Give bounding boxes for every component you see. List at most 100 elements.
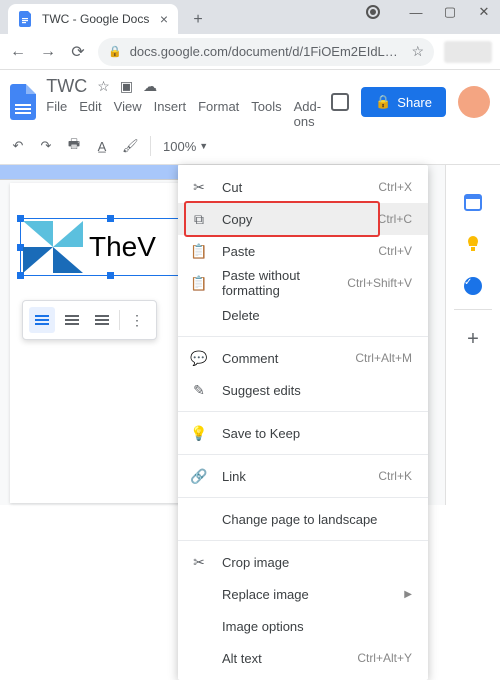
ruler-selection (0, 165, 178, 180)
side-panel: ✓ + (445, 165, 500, 505)
copy-icon: ⧉ (190, 211, 208, 228)
paste-icon: 📋 (190, 243, 208, 260)
browser-titlebar: TWC - Google Docs × + — ▢ ✕ (0, 0, 500, 34)
suggest-icon: ✎ (190, 382, 208, 399)
submenu-arrow-icon: ▶ (404, 589, 412, 600)
context-menu-separator (178, 497, 428, 498)
share-lock-icon: 🔒 (375, 94, 391, 110)
context-item-shortcut: Ctrl+K (378, 469, 412, 483)
address-bar: ← → ⟳ 🔒 docs.google.com/document/d/1FiOE… (0, 34, 500, 70)
menu-insert[interactable]: Insert (154, 99, 187, 129)
context-item-label: Copy (222, 212, 364, 227)
resize-handle[interactable] (17, 272, 24, 279)
account-icon[interactable] (366, 5, 380, 19)
embedded-logo-image (23, 221, 83, 273)
document-canvas: TheV ⋮ ✂CutCtrl+X ⧉ Copy Ctrl+C 📋 Paste Ctrl+V… (0, 165, 500, 505)
context-menu-save-to-keep[interactable]: 💡 Save to Keep (178, 417, 428, 449)
context-item-label: Paste without formatting (222, 268, 333, 298)
context-item-label: Replace image (222, 587, 390, 602)
context-menu-separator (178, 540, 428, 541)
context-item-shortcut: Ctrl+C (378, 212, 412, 226)
context-menu-alt-text[interactable]: Alt textCtrl+Alt+Y (178, 642, 428, 674)
context-item-label: Link (222, 469, 364, 484)
selected-image-object[interactable]: TheV (20, 218, 200, 276)
wrap-break-button[interactable] (89, 307, 115, 333)
context-menu-separator (178, 336, 428, 337)
context-item-label: Crop image (222, 555, 412, 570)
menu-file[interactable]: File (46, 99, 67, 129)
context-item-label: Save to Keep (222, 426, 412, 441)
share-button[interactable]: 🔒 Share (361, 87, 446, 117)
maximize-button[interactable]: ▢ (440, 4, 460, 20)
spellcheck-button[interactable]: A̲ (94, 139, 110, 154)
url-field[interactable]: 🔒 docs.google.com/document/d/1FiOEm2EIdL… (98, 38, 434, 66)
redo-button[interactable]: ↷ (38, 138, 54, 154)
resize-handle[interactable] (107, 215, 114, 222)
image-float-toolbar: ⋮ (22, 300, 157, 340)
context-item-shortcut: Ctrl+Alt+Y (357, 651, 412, 665)
context-menu-separator (178, 454, 428, 455)
menu-format[interactable]: Format (198, 99, 239, 129)
comment-icon: 💬 (190, 350, 208, 367)
docs-logo-icon[interactable] (10, 84, 36, 120)
context-menu-delete[interactable]: Delete (178, 299, 428, 331)
context-item-label: Comment (222, 351, 341, 366)
context-item-label: Paste (222, 244, 364, 259)
menu-addons[interactable]: Add-ons (294, 99, 321, 129)
menu-edit[interactable]: Edit (79, 99, 101, 129)
context-menu-link[interactable]: 🔗LinkCtrl+K (178, 460, 428, 492)
context-menu: ✂CutCtrl+X ⧉ Copy Ctrl+C 📋 Paste Ctrl+V 📋Paste … (178, 165, 428, 680)
menu-view[interactable]: View (114, 99, 142, 129)
context-menu-paste[interactable]: 📋 Paste Ctrl+V (178, 235, 428, 267)
context-menu-cut[interactable]: ✂CutCtrl+X (178, 171, 428, 203)
context-item-label: Image options (222, 619, 412, 634)
resize-handle[interactable] (107, 272, 114, 279)
tab-close-icon[interactable]: × (160, 11, 168, 27)
more-options-button[interactable]: ⋮ (124, 307, 150, 333)
bookmark-icon[interactable]: ☆ (411, 43, 424, 60)
share-label: Share (397, 95, 432, 110)
forward-button[interactable]: → (38, 43, 58, 61)
wrap-inline-button[interactable] (29, 307, 55, 333)
crop-icon: ✂ (190, 554, 208, 571)
paint-format-button[interactable]: 🖌 (122, 138, 138, 154)
window-controls: — ▢ ✕ (366, 4, 494, 20)
toolbar-wrap: ↶ ↷ 🖶 A̲ 🖌 100%▼ (0, 128, 500, 165)
context-menu-image-options[interactable]: Image options (178, 610, 428, 642)
side-panel-separator (454, 309, 492, 310)
close-button[interactable]: ✕ (474, 4, 494, 20)
zoom-select[interactable]: 100%▼ (163, 139, 208, 154)
comments-icon[interactable] (331, 93, 349, 111)
undo-button[interactable]: ↶ (10, 138, 26, 154)
context-menu-paste-without-formatting[interactable]: 📋Paste without formattingCtrl+Shift+V (178, 267, 428, 299)
context-menu-crop-image[interactable]: ✂ Crop image (178, 546, 428, 578)
reload-button[interactable]: ⟳ (68, 42, 88, 62)
cloud-status-icon: ☁ (143, 78, 157, 95)
docs-favicon (18, 11, 34, 27)
tasks-addon-icon[interactable]: ✓ (464, 277, 482, 295)
browser-tab[interactable]: TWC - Google Docs × (8, 4, 178, 34)
keep-icon: 💡 (190, 425, 208, 442)
new-tab-button[interactable]: + (184, 6, 212, 34)
context-menu-replace-image[interactable]: Replace image ▶ (178, 578, 428, 610)
context-menu-copy[interactable]: ⧉ Copy Ctrl+C (178, 203, 428, 235)
user-avatar[interactable] (458, 86, 490, 118)
context-menu-change-page-to-landscape[interactable]: Change page to landscape (178, 503, 428, 535)
minimize-button[interactable]: — (406, 5, 426, 20)
print-button[interactable]: 🖶 (66, 135, 82, 157)
document-title[interactable]: TWC (46, 76, 87, 97)
calendar-addon-icon[interactable] (454, 183, 492, 221)
embedded-logo-text: TheV (89, 231, 156, 263)
back-button[interactable]: ← (8, 43, 28, 61)
zoom-value: 100% (163, 139, 196, 154)
star-document-icon[interactable]: ☆ (97, 78, 110, 95)
context-menu-comment[interactable]: 💬CommentCtrl+Alt+M (178, 342, 428, 374)
add-addon-button[interactable]: + (454, 320, 492, 358)
menu-tools[interactable]: Tools (251, 99, 281, 129)
move-document-icon[interactable]: ▣ (120, 78, 133, 95)
context-item-shortcut: Ctrl+V (378, 244, 412, 258)
wrap-text-button[interactable] (59, 307, 85, 333)
url-text: docs.google.com/document/d/1FiOEm2EIdLO1… (130, 44, 404, 59)
keep-addon-icon[interactable] (454, 225, 492, 263)
context-menu-suggest-edits[interactable]: ✎Suggest edits (178, 374, 428, 406)
